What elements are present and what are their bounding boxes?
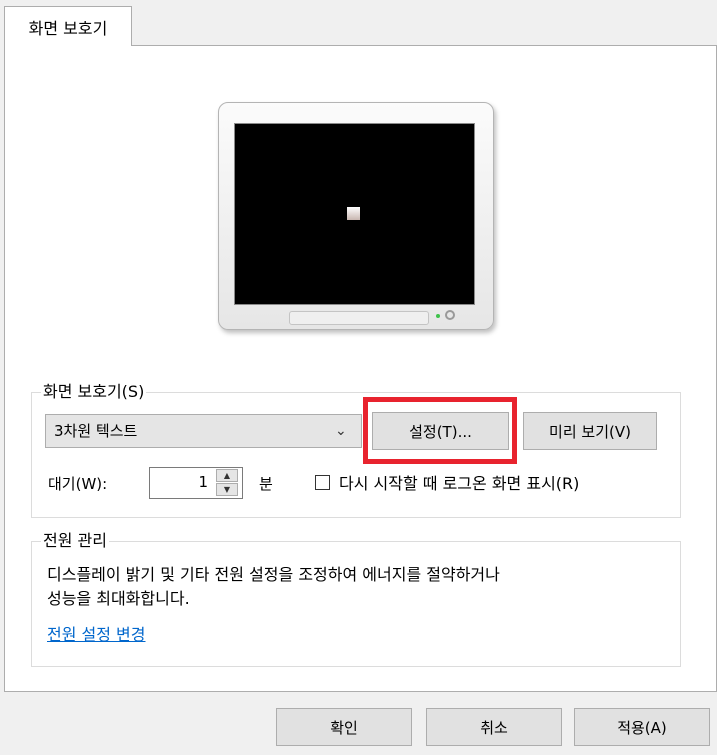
tab-label: 화면 보호기 bbox=[28, 18, 108, 38]
tab-screensaver[interactable]: 화면 보호기 bbox=[4, 6, 132, 46]
resume-logon-label: 다시 시작할 때 로그온 화면 표시(R) bbox=[339, 474, 580, 493]
power-settings-link[interactable]: 전원 설정 변경 bbox=[47, 624, 146, 646]
screensaver-group bbox=[31, 392, 681, 518]
settings-button[interactable]: 설정(T)... bbox=[372, 412, 509, 450]
preview-button[interactable]: 미리 보기(V) bbox=[523, 412, 657, 450]
chevron-down-icon: ⌄ bbox=[335, 423, 347, 439]
ok-button[interactable]: 확인 bbox=[276, 708, 412, 746]
apply-button[interactable]: 적용(A) bbox=[574, 708, 710, 746]
cancel-button[interactable]: 취소 bbox=[426, 708, 562, 746]
screensaver-preview-graphic bbox=[347, 207, 360, 220]
screensaver-select-value: 3차원 텍스트 bbox=[54, 422, 138, 440]
spin-up-icon[interactable]: ▲ bbox=[216, 469, 238, 482]
power-button-icon bbox=[445, 310, 455, 320]
power-description-line2: 성능을 최대화합니다. bbox=[47, 589, 190, 608]
wait-minutes-value: 1 bbox=[198, 473, 208, 491]
wait-label: 대기(W): bbox=[48, 475, 108, 493]
spin-down-icon[interactable]: ▼ bbox=[216, 483, 238, 496]
power-led-icon bbox=[436, 314, 440, 318]
resume-logon-checkbox[interactable] bbox=[315, 475, 330, 490]
power-description-line1: 디스플레이 밝기 및 기타 전원 설정을 조정하여 에너지를 절약하거나 bbox=[47, 565, 500, 584]
monitor-bezel-slot bbox=[289, 311, 429, 325]
wait-unit-label: 분 bbox=[259, 475, 273, 493]
power-group-label: 전원 관리 bbox=[41, 531, 109, 551]
screensaver-group-label: 화면 보호기(S) bbox=[41, 382, 147, 402]
